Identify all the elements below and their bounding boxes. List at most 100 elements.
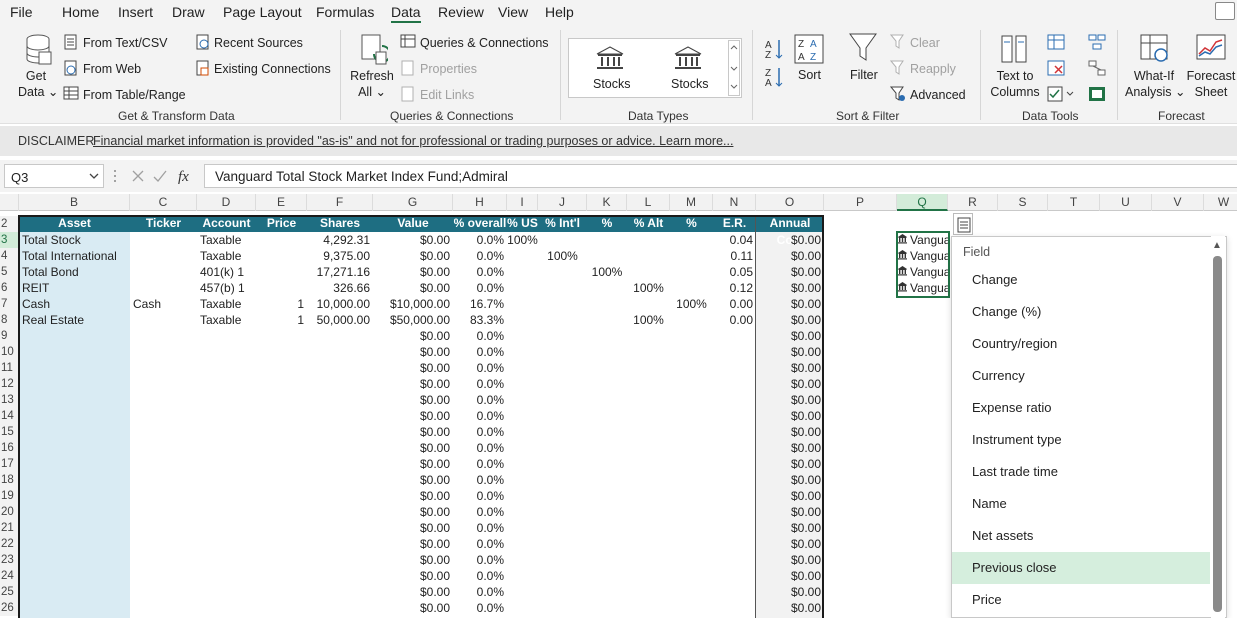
table-cell[interactable]: 1 (256, 312, 307, 328)
table-cell[interactable]: $0.00 (756, 232, 824, 248)
row-header-6[interactable]: 6 (0, 280, 18, 296)
table-cell[interactable]: 100% (507, 232, 538, 248)
table-cell[interactable]: $10,000.00 (373, 296, 453, 312)
column-header-g[interactable]: G (373, 194, 453, 211)
overall-pct-cell[interactable]: 0.0% (453, 488, 507, 504)
overall-pct-cell[interactable]: 0.0% (453, 520, 507, 536)
annual-cost-cell[interactable]: $0.00 (756, 328, 824, 344)
annual-cost-cell[interactable]: $0.00 (756, 424, 824, 440)
row-header-7[interactable]: 7 (0, 296, 18, 312)
table-cell[interactable]: $0.00 (756, 264, 824, 280)
value-cell[interactable]: $0.00 (373, 600, 453, 616)
row-header-8[interactable]: 8 (0, 312, 18, 328)
chevron-down-icon[interactable] (89, 172, 99, 180)
row-header-16[interactable]: 16 (0, 440, 18, 456)
table-cell[interactable]: Taxable (197, 232, 256, 248)
stocks-button-1[interactable]: Stocks (593, 77, 631, 91)
column-header-c[interactable]: C (130, 194, 197, 211)
value-cell[interactable]: $0.00 (373, 456, 453, 472)
table-cell[interactable]: 17,271.16 (307, 264, 373, 280)
scroll-up-icon[interactable]: ▲ (1212, 240, 1222, 251)
column-header-n[interactable]: N (713, 194, 756, 211)
field-item-currency[interactable]: Currency (952, 360, 1210, 392)
menu-page-layout[interactable]: Page Layout (223, 4, 302, 20)
select-all-corner[interactable] (0, 194, 19, 211)
row-header-21[interactable]: 21 (0, 520, 18, 536)
table-header-13[interactable]: Annual Cost (756, 215, 824, 247)
cancel-entry-icon[interactable] (130, 168, 146, 184)
gallery-scroll-icon[interactable] (728, 40, 740, 96)
table-cell[interactable]: Taxable (197, 296, 256, 312)
value-cell[interactable]: $0.00 (373, 584, 453, 600)
overall-pct-cell[interactable]: 0.0% (453, 584, 507, 600)
table-cell[interactable]: 9,375.00 (307, 248, 373, 264)
row-header-26[interactable]: 26 (0, 600, 18, 616)
table-cell[interactable]: 0.0% (453, 248, 507, 264)
row-header-15[interactable]: 15 (0, 424, 18, 440)
reapply-button[interactable]: Reapply (910, 62, 956, 76)
table-cell[interactable]: 100% (670, 296, 713, 312)
annual-cost-cell[interactable]: $0.00 (756, 584, 824, 600)
column-header-e[interactable]: E (256, 194, 307, 211)
table-cell[interactable]: REIT (19, 280, 130, 296)
annual-cost-cell[interactable]: $0.00 (756, 552, 824, 568)
table-cell[interactable]: 0.0% (453, 264, 507, 280)
table-cell[interactable]: $50,000.00 (373, 312, 453, 328)
column-header-s[interactable]: S (998, 194, 1048, 211)
value-cell[interactable]: $0.00 (373, 344, 453, 360)
table-cell[interactable]: 0.0% (453, 280, 507, 296)
annual-cost-cell[interactable]: $0.00 (756, 600, 824, 616)
field-item-name[interactable]: Name (952, 488, 1210, 520)
data-validation-icon[interactable] (1047, 86, 1075, 102)
column-header-t[interactable]: T (1048, 194, 1100, 211)
table-header-7[interactable]: % US (507, 215, 538, 232)
field-item-last-trade-time[interactable]: Last trade time (952, 456, 1210, 488)
table-cell[interactable]: 457(b) 1 (197, 280, 256, 296)
table-header-3[interactable]: Price (256, 215, 307, 232)
value-cell[interactable]: $0.00 (373, 472, 453, 488)
table-cell[interactable]: $0.00 (756, 296, 824, 312)
insert-function-icon[interactable]: fx (176, 166, 198, 186)
field-item-expense-ratio[interactable]: Expense ratio (952, 392, 1210, 424)
row-header-2[interactable]: 2 (0, 216, 18, 232)
table-header-6[interactable]: % overall (453, 215, 507, 232)
annual-cost-cell[interactable]: $0.00 (756, 360, 824, 376)
annual-cost-cell[interactable]: $0.00 (756, 344, 824, 360)
field-item-change[interactable]: Change (952, 264, 1210, 296)
menu-formulas[interactable]: Formulas (316, 4, 374, 20)
menu-draw[interactable]: Draw (172, 4, 205, 20)
table-cell[interactable]: Total Bond (19, 264, 130, 280)
overall-pct-cell[interactable]: 0.0% (453, 408, 507, 424)
table-header-5[interactable]: Value (373, 215, 453, 232)
table-cell[interactable]: 100% (538, 248, 587, 264)
menu-data[interactable]: Data (391, 4, 421, 23)
row-header-5[interactable]: 5 (0, 264, 18, 280)
advanced-button[interactable]: Advanced (910, 88, 966, 102)
annual-cost-cell[interactable]: $0.00 (756, 376, 824, 392)
remove-duplicates-icon[interactable] (1047, 60, 1065, 76)
overall-pct-cell[interactable]: 0.0% (453, 552, 507, 568)
menu-file[interactable]: File (10, 4, 33, 20)
table-cell[interactable]: 10,000.00 (307, 296, 373, 312)
field-item-country-region[interactable]: Country/region (952, 328, 1210, 360)
table-cell[interactable]: Total International (19, 248, 130, 264)
table-header-0[interactable]: Asset (19, 215, 130, 232)
table-cell[interactable]: 100% (587, 264, 627, 280)
table-cell[interactable]: $0.00 (756, 248, 824, 264)
menu-review[interactable]: Review (438, 4, 484, 20)
table-header-9[interactable]: % Bond (587, 215, 627, 247)
annual-cost-cell[interactable]: $0.00 (756, 392, 824, 408)
annual-cost-cell[interactable]: $0.00 (756, 456, 824, 472)
column-header-j[interactable]: J (538, 194, 587, 211)
column-header-i[interactable]: I (507, 194, 538, 211)
column-header-f[interactable]: F (307, 194, 373, 211)
value-cell[interactable]: $0.00 (373, 536, 453, 552)
column-header-q[interactable]: Q (897, 194, 948, 211)
menu-home[interactable]: Home (62, 4, 99, 20)
overall-pct-cell[interactable]: 0.0% (453, 504, 507, 520)
table-cell[interactable]: 0.12 (713, 280, 756, 296)
table-header-4[interactable]: Shares (307, 215, 373, 232)
from-web-button[interactable]: From Web (83, 62, 141, 76)
row-header-14[interactable]: 14 (0, 408, 18, 424)
queries-connections-button[interactable]: Queries & Connections (420, 36, 549, 50)
